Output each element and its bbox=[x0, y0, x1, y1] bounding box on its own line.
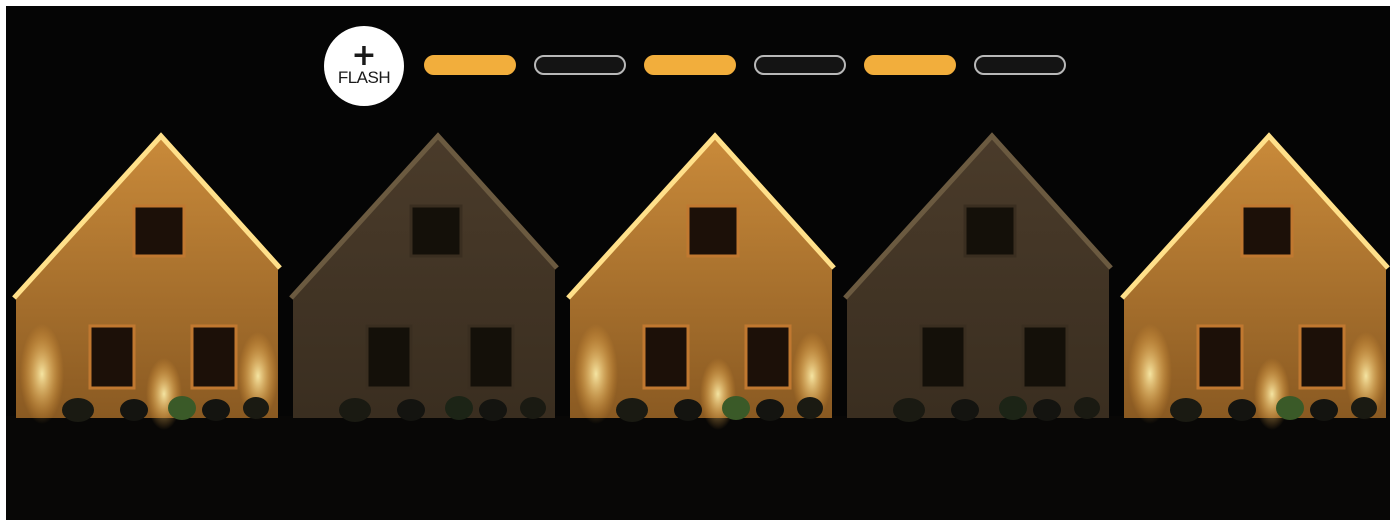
flash-indicator-5 bbox=[864, 55, 956, 75]
flash-indicator-2 bbox=[534, 55, 626, 75]
flash-badge: + FLASH bbox=[324, 26, 404, 106]
flash-indicator-6 bbox=[974, 55, 1066, 75]
flash-indicator-1 bbox=[424, 55, 516, 75]
house-panel-dim bbox=[283, 6, 560, 520]
flash-indicator-4 bbox=[754, 55, 846, 75]
flash-label: FLASH bbox=[337, 68, 391, 87]
house-panel-dim bbox=[837, 6, 1114, 520]
flash-indicator-3 bbox=[644, 55, 736, 75]
house-panel-lit bbox=[6, 6, 283, 520]
house-panel-lit bbox=[1114, 6, 1390, 520]
house-panel-lit bbox=[560, 6, 837, 520]
plus-icon: + bbox=[351, 38, 377, 73]
flashing-house-scene bbox=[6, 6, 1390, 520]
